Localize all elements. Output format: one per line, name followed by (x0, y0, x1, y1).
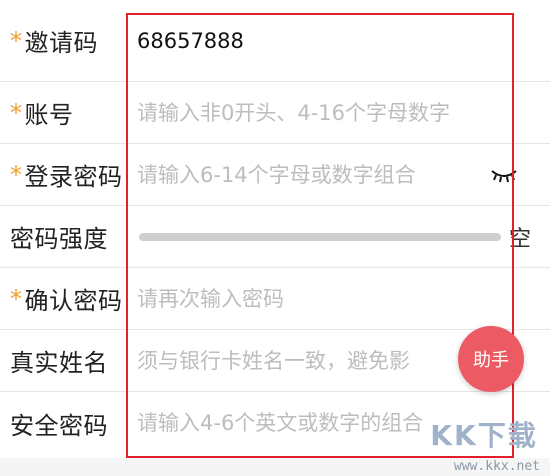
watermark-url: www.kkx.net (453, 459, 540, 474)
login-password-input[interactable] (137, 162, 520, 187)
account-label: * 账号 (10, 98, 74, 130)
invite-code-field[interactable] (137, 0, 520, 81)
helper-button[interactable]: 助手 (458, 326, 524, 392)
row-confirm-password: * 确认密码 (0, 268, 550, 330)
watermark-logo: KK下载 (430, 419, 538, 452)
confirm-password-input[interactable] (137, 286, 520, 311)
required-mark: * (10, 160, 23, 189)
invite-code-input[interactable] (137, 28, 520, 53)
password-strength-text: 空 (509, 226, 532, 252)
required-mark: * (10, 98, 23, 127)
required-mark: * (10, 284, 23, 313)
row-invite-code: * 邀请码 (0, 0, 550, 82)
row-login-password: * 登录密码 (0, 144, 550, 206)
real-name-label: 真实姓名 (10, 349, 108, 377)
watermark: KK下载 www.kkx.net (424, 414, 544, 474)
account-field[interactable] (137, 82, 520, 143)
eye-closed-icon[interactable] (490, 167, 518, 183)
login-password-field[interactable] (137, 144, 520, 205)
password-strength-label: 密码强度 (10, 225, 108, 253)
invite-code-label: * 邀请码 (10, 26, 98, 58)
confirm-password-label: * 确认密码 (10, 284, 123, 316)
account-input[interactable] (137, 100, 520, 125)
row-account: * 账号 (0, 82, 550, 144)
registration-form: * 邀请码 * 账号 * 登录密码 (0, 0, 550, 454)
password-strength-bar (139, 232, 501, 241)
required-mark: * (10, 26, 23, 55)
row-password-strength: 密码强度 空 (0, 206, 550, 268)
security-password-label: 安全密码 (10, 411, 108, 440)
login-password-label: * 登录密码 (10, 160, 123, 192)
confirm-password-field[interactable] (137, 268, 520, 329)
